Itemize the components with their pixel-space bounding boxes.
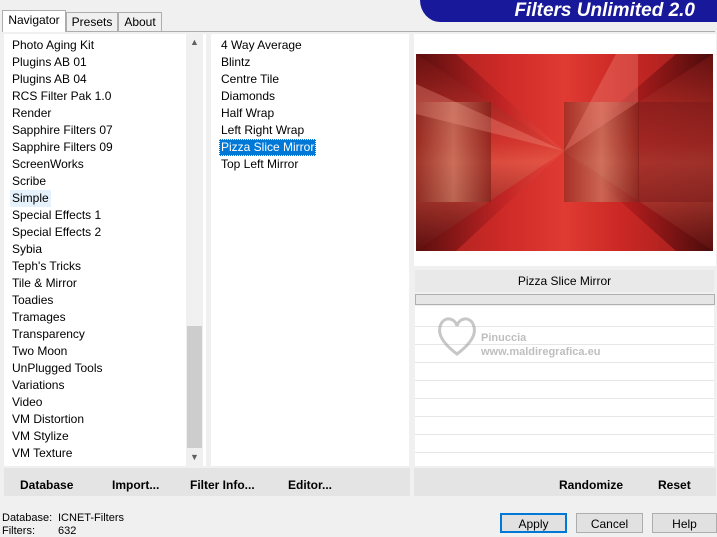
filter-list-item[interactable]: Half Wrap [219,105,276,122]
category-list-item[interactable]: VM Stylize [10,428,71,445]
scroll-thumb[interactable] [187,326,202,448]
category-list-item[interactable]: Photo Aging Kit [10,37,96,54]
tab-frame-top [2,31,715,32]
tab-about[interactable]: About [118,12,162,31]
category-list-item[interactable]: VM Distortion [10,411,86,428]
filter-list-item[interactable]: Centre Tile [219,71,281,88]
editor-button-label: Editor... [288,478,333,492]
category-list-item[interactable]: Transparency [10,326,87,343]
help-button[interactable]: Help [652,513,717,533]
editor-button[interactable]: Editor... [288,475,332,495]
filter-list-item[interactable]: Top Left Mirror [219,156,300,173]
parameter-divider [415,434,714,435]
category-list-item[interactable]: Video [10,394,44,411]
database-button-label: Database [20,478,74,492]
cancel-button-label: Cancel [590,517,629,531]
reset-button-label: Reset [658,478,691,492]
watermark: Pinuccia www.maldiregrafica.eu [435,312,625,366]
apply-button-label: Apply [518,517,549,531]
filter-name-label: Pizza Slice Mirror [517,274,612,288]
category-list-item[interactable]: Simple [10,190,51,207]
progress-bar [415,294,715,305]
parameter-divider [415,398,714,399]
scroll-up-icon[interactable]: ▲ [186,34,203,51]
tab-about-label: About [124,15,156,29]
category-list[interactable]: Photo Aging Kit Plugins AB 01 Plugins AB 0… [4,34,206,466]
tab-presets[interactable]: Presets [66,12,118,31]
heart-logo-icon [438,317,476,356]
category-list-item[interactable]: Sapphire Filters 07 [10,122,115,139]
category-list-item[interactable]: ScreenWorks [10,156,86,173]
category-list-item[interactable]: Plugins AB 01 [10,54,89,71]
tab-navigator-label: Navigator [8,13,60,27]
watermark-url: www.maldiregrafica.eu [481,346,601,358]
category-list-item[interactable]: Variations [10,377,66,394]
category-list-item[interactable]: Special Effects 1 [10,207,103,224]
filter-list-item[interactable]: Left Right Wrap [219,122,306,139]
tab-navigator[interactable]: Navigator [2,10,66,32]
category-list-item[interactable]: Two Moon [10,343,69,360]
randomize-button[interactable]: Randomize [559,475,623,495]
category-list-item[interactable]: Render [10,105,53,122]
help-button-label: Help [672,517,697,531]
status-database-value: ICNET-Filters [58,512,124,524]
randomize-button-label: Randomize [559,478,624,492]
category-list-item[interactable]: RCS Filter Pak 1.0 [10,88,113,105]
apply-button[interactable]: Apply [500,513,567,533]
category-list-item[interactable]: Special Effects 2 [10,224,103,241]
database-button[interactable]: Database [20,475,73,495]
filter-list-item[interactable]: 4 Way Average [219,37,304,54]
filter-list[interactable]: 4 Way Average Blintz Centre Tile Diamonds Ha… [211,34,409,466]
category-list-item[interactable]: Tile & Mirror [10,275,79,292]
app-title: Filters Unlimited 2.0 [514,0,695,21]
category-scrollbar[interactable]: ▲ ▼ [186,34,203,466]
filter-list-item[interactable]: Blintz [219,54,252,71]
filter-list-item[interactable]: Diamonds [219,88,277,105]
category-list-item[interactable]: Sybia [10,241,44,258]
preview-area [414,34,716,266]
category-list-item[interactable]: Sapphire Filters 09 [10,139,115,156]
reset-button[interactable]: Reset [658,475,691,495]
app-banner: Filters Unlimited 2.0 [420,0,717,22]
category-list-item[interactable]: Toadies [10,292,55,309]
filter-info-button[interactable]: Filter Info... [190,475,255,495]
category-list-item[interactable]: VM Texture [10,445,74,462]
import-button[interactable]: Import... [112,475,159,495]
category-list-item[interactable]: Tramages [10,309,68,326]
category-list-item[interactable]: Plugins AB 04 [10,71,89,88]
status-filters-label: Filters: [2,525,35,537]
import-button-label: Import... [112,478,160,492]
status-database-label: Database: [2,512,53,524]
scroll-down-icon[interactable]: ▼ [186,449,203,466]
parameter-divider [415,380,714,381]
filter-info-button-label: Filter Info... [190,478,255,492]
tab-presets-label: Presets [71,15,113,29]
watermark-name: Pinuccia [481,332,527,344]
cancel-button[interactable]: Cancel [576,513,643,533]
preview-image [416,54,713,251]
category-list-item[interactable]: UnPlugged Tools [10,360,105,377]
filter-name-box: Pizza Slice Mirror [415,270,714,292]
status-filters-value: 632 [58,525,77,537]
filter-list-item[interactable]: Pizza Slice Mirror [219,139,317,156]
category-list-item[interactable]: Scribe [10,173,48,190]
parameter-divider [415,416,714,417]
parameter-divider [415,452,714,453]
category-list-item[interactable]: Teph's Tricks [10,258,83,275]
